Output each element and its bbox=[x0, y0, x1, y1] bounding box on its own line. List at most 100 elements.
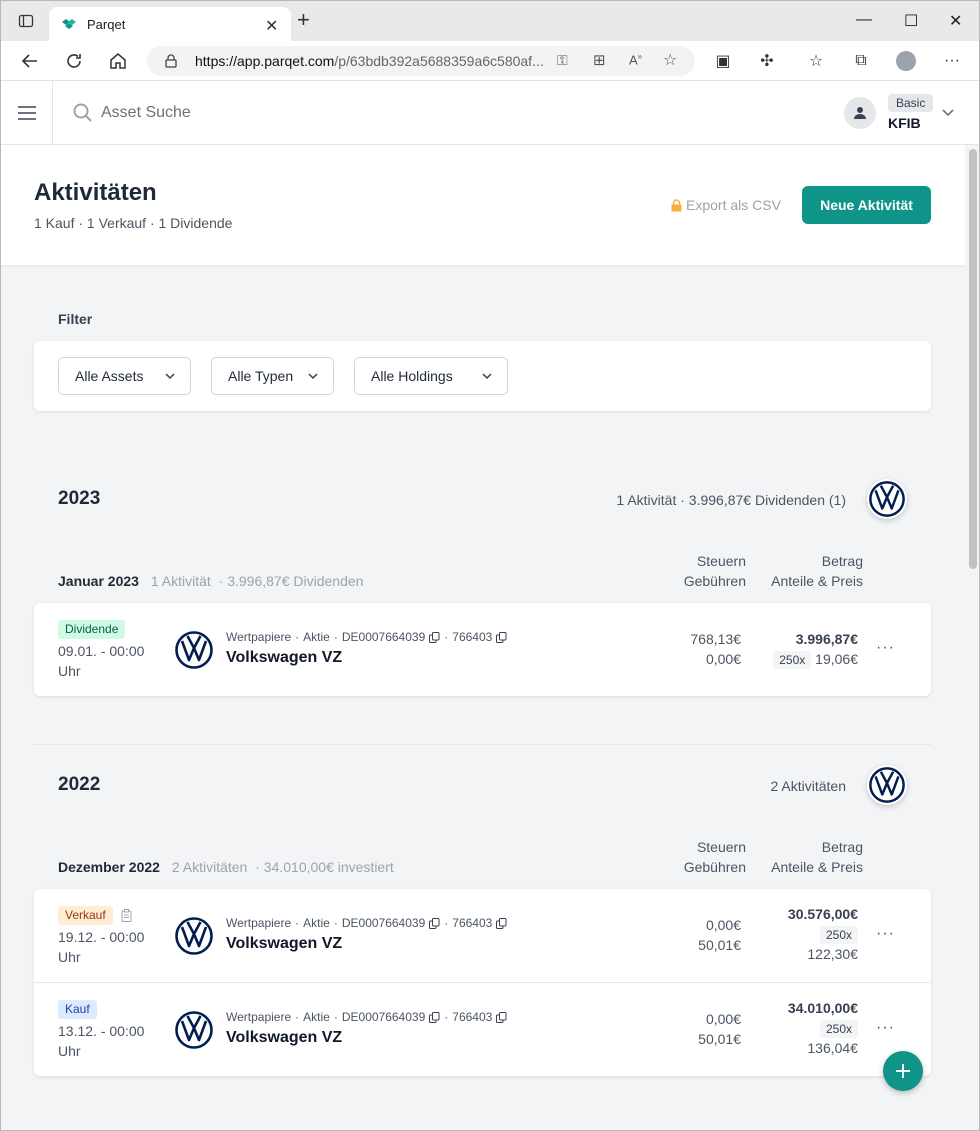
avatar[interactable] bbox=[844, 97, 876, 129]
activity-row[interactable]: Verkauf 19.12. - 00:00 Uhr Wertpapiere ·… bbox=[34, 889, 931, 982]
activity-date: 19.12. - 00:00 Uhr bbox=[58, 929, 145, 965]
activity-row[interactable]: Dividende 09.01. - 00:00 Uhr Wertpapiere… bbox=[34, 603, 931, 696]
copy-icon[interactable] bbox=[429, 1011, 440, 1023]
hamburger-menu-icon[interactable] bbox=[17, 105, 37, 121]
read-aloud-icon[interactable]: A» bbox=[629, 52, 642, 67]
close-tab-icon[interactable]: ✕ bbox=[265, 16, 278, 36]
tab-title: Parqet bbox=[87, 17, 126, 32]
tab-actions-icon[interactable] bbox=[18, 13, 34, 29]
copy-icon[interactable] bbox=[496, 917, 507, 929]
column-header-tax-fees: Steuern Gebühren bbox=[683, 839, 746, 875]
column-header-amount: Betrag Anteile & Preis bbox=[771, 839, 863, 875]
year-summary-2022: 2 Aktivitäten bbox=[770, 778, 847, 794]
export-label: Export als CSV bbox=[686, 197, 781, 213]
search-input[interactable]: Asset Suche bbox=[101, 104, 191, 122]
browser-toolbar: https://app.parqet.com/p/63bdb392a568835… bbox=[1, 41, 979, 81]
tax-fees: 0,00€ 50,01€ bbox=[698, 1011, 741, 1047]
amount: 34.010,00€ 250x 136,04€ bbox=[787, 1000, 858, 1056]
copy-icon[interactable] bbox=[429, 917, 440, 929]
apps-icon[interactable]: ⊞ bbox=[593, 51, 606, 69]
row-menu-icon[interactable]: ··· bbox=[876, 639, 895, 657]
amount: 3.996,87€ 250x 19,06€ bbox=[773, 629, 858, 669]
collections-add-icon[interactable]: ⧉ bbox=[850, 50, 872, 72]
copy-icon[interactable] bbox=[496, 1011, 507, 1023]
plan-badge: Basic bbox=[888, 94, 934, 112]
scrollbar-thumb[interactable] bbox=[969, 149, 977, 569]
new-activity-button[interactable]: Neue Aktivität bbox=[802, 186, 931, 224]
asset-filter-select[interactable]: Alle Assets bbox=[58, 357, 191, 395]
asset-name[interactable]: Volkswagen VZ bbox=[226, 935, 342, 953]
year-summary-2023: 1 Aktivität · 3.996,87€ Dividenden (1) bbox=[616, 492, 846, 508]
vw-logo-icon[interactable] bbox=[867, 765, 907, 805]
month-heading: Dezember 2022 2 Aktivitäten · 34.010,00€… bbox=[58, 859, 394, 875]
tax-fees: 768,13€ 0,00€ bbox=[690, 631, 741, 667]
chevron-down-icon bbox=[165, 373, 175, 380]
favorites-icon[interactable]: ☆ bbox=[805, 50, 827, 72]
holding-filter-select[interactable]: Alle Holdings bbox=[354, 357, 508, 395]
shares-badge: 250x bbox=[773, 651, 812, 669]
chevron-down-icon[interactable] bbox=[941, 105, 955, 119]
page-header: Aktivitäten 1 Kauf · 1 Verkauf · 1 Divid… bbox=[1, 145, 979, 265]
user-name[interactable]: KFIB bbox=[888, 115, 921, 131]
page-title: Aktivitäten bbox=[34, 179, 157, 206]
reload-icon[interactable] bbox=[63, 50, 85, 72]
collections-icon[interactable]: ▣ bbox=[712, 50, 734, 72]
close-window-icon[interactable]: ✕ bbox=[949, 11, 962, 31]
minimize-icon[interactable]: — bbox=[856, 11, 872, 29]
copy-icon[interactable] bbox=[496, 631, 507, 643]
clipboard-icon[interactable] bbox=[121, 909, 132, 922]
more-icon[interactable]: ··· bbox=[941, 50, 963, 72]
chevron-down-icon bbox=[308, 373, 318, 380]
extensions-icon[interactable]: ✣ bbox=[756, 50, 778, 72]
parqet-logo-icon bbox=[62, 19, 76, 29]
asset-meta: Wertpapiere · Aktie · DE0007664039 · 766… bbox=[226, 630, 507, 644]
key-icon[interactable]: ⚿ bbox=[557, 52, 568, 69]
tax-fees: 0,00€ 50,01€ bbox=[698, 917, 741, 953]
export-csv-button[interactable]: Export als CSV bbox=[671, 197, 781, 213]
activity-list: Verkauf 19.12. - 00:00 Uhr Wertpapiere ·… bbox=[34, 889, 931, 1076]
year-heading-2023: 2023 bbox=[58, 488, 101, 509]
add-favorite-icon[interactable]: ☆ bbox=[663, 50, 677, 70]
vw-logo-icon[interactable] bbox=[867, 479, 907, 519]
month-heading: Januar 2023 1 Aktivität · 3.996,87€ Divi… bbox=[58, 573, 364, 589]
type-filter-select[interactable]: Alle Typen bbox=[211, 357, 334, 395]
add-activity-button[interactable] bbox=[883, 1051, 923, 1091]
vw-logo-icon bbox=[175, 1011, 213, 1049]
column-header-amount: Betrag Anteile & Preis bbox=[771, 553, 863, 589]
back-icon[interactable] bbox=[19, 50, 41, 72]
year-heading-2022: 2022 bbox=[58, 774, 101, 795]
app-header: Asset Suche Basic KFIB bbox=[1, 81, 979, 145]
page-subtitle: 1 Kauf · 1 Verkauf · 1 Dividende bbox=[34, 215, 233, 231]
lock-icon bbox=[671, 198, 682, 211]
lock-icon[interactable] bbox=[165, 54, 177, 68]
scrollbar[interactable] bbox=[965, 145, 979, 1130]
filter-label: Filter bbox=[58, 311, 93, 327]
new-tab-icon[interactable]: + bbox=[297, 9, 310, 31]
asset-name[interactable]: Volkswagen VZ bbox=[226, 1029, 342, 1047]
filter-card: Alle Assets Alle Typen Alle Holdings bbox=[34, 341, 931, 411]
row-menu-icon[interactable]: ··· bbox=[876, 1019, 895, 1037]
search-icon bbox=[73, 103, 92, 122]
type-badge: Kauf bbox=[58, 1000, 97, 1019]
activity-row[interactable]: Kauf 13.12. - 00:00 Uhr Wertpapiere · Ak… bbox=[34, 983, 931, 1076]
profile-icon[interactable] bbox=[895, 50, 917, 72]
tab-parqet[interactable]: Parqet ✕ bbox=[49, 7, 291, 41]
type-badge: Verkauf bbox=[58, 906, 113, 925]
header-divider bbox=[52, 81, 53, 145]
home-icon[interactable] bbox=[107, 50, 129, 72]
asset-meta: Wertpapiere · Aktie · DE0007664039 · 766… bbox=[226, 916, 507, 930]
copy-icon[interactable] bbox=[429, 631, 440, 643]
asset-name[interactable]: Volkswagen VZ bbox=[226, 649, 342, 667]
tab-bar: Parqet ✕ + — ☐ ✕ bbox=[1, 1, 979, 41]
maximize-icon[interactable]: ☐ bbox=[904, 11, 918, 31]
asset-meta: Wertpapiere · Aktie · DE0007664039 · 766… bbox=[226, 1010, 507, 1024]
vw-logo-icon bbox=[175, 917, 213, 955]
section-divider bbox=[34, 744, 931, 745]
activity-list: Dividende 09.01. - 00:00 Uhr Wertpapiere… bbox=[34, 603, 931, 696]
row-menu-icon[interactable]: ··· bbox=[876, 925, 895, 943]
address-bar[interactable]: https://app.parqet.com/p/63bdb392a568835… bbox=[147, 46, 695, 76]
shares-badge: 250x bbox=[819, 926, 858, 944]
column-header-tax-fees: Steuern Gebühren bbox=[683, 553, 746, 589]
vw-logo-icon bbox=[175, 631, 213, 669]
browser-window: Parqet ✕ + — ☐ ✕ https://app.parqet.com/… bbox=[0, 0, 980, 1131]
